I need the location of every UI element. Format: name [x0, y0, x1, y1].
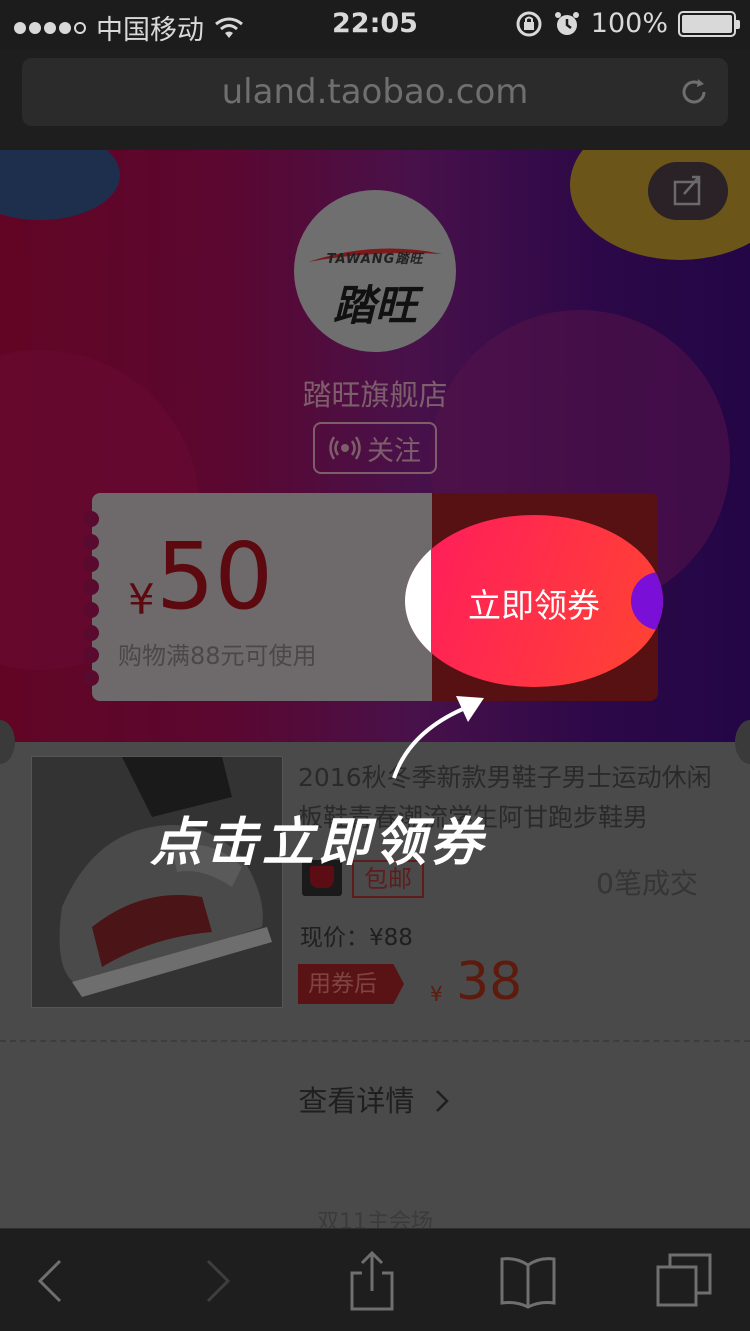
chevron-right-icon [435, 1090, 449, 1112]
follow-label: 关注 [367, 435, 421, 467]
browser-toolbar [0, 1228, 750, 1331]
page: 中国移动 22:05 100% uland.taobao.com TAWANG踏… [0, 0, 750, 1331]
battery-icon [678, 10, 740, 37]
claim-coupon-button[interactable]: 立即领券 [405, 515, 663, 687]
status-right: 100% [515, 8, 740, 39]
status-bar: 中国移动 22:05 100% [0, 0, 750, 50]
reload-icon[interactable] [678, 76, 710, 108]
product-image[interactable] [31, 756, 283, 1008]
share-icon[interactable] [342, 1251, 402, 1311]
final-price: 38 [456, 952, 523, 1012]
alarm-icon [554, 11, 579, 35]
coupon-edge [83, 511, 101, 686]
back-icon[interactable] [22, 1251, 82, 1311]
logo-text: 踏旺 [332, 281, 417, 330]
view-details-link[interactable]: 查看详情 [0, 1078, 750, 1120]
follow-button[interactable]: 关注 [313, 422, 437, 474]
pointer-arrow [392, 696, 484, 779]
shop-name[interactable]: 踏旺旗舰店 [0, 372, 750, 414]
share-icon [673, 175, 701, 206]
url-text[interactable]: uland.taobao.com [22, 72, 728, 112]
broadcast-icon [329, 436, 361, 460]
sales-count: 0笔成交 [596, 867, 698, 900]
shoe-image [32, 757, 282, 1007]
tabs-icon[interactable] [654, 1251, 714, 1311]
logo-text-small: TAWANG踏旺 [326, 252, 424, 267]
browser-header: uland.taobao.com [0, 50, 750, 150]
divider [0, 1040, 750, 1042]
coupon-condition: 购物满88元可使用 [118, 642, 317, 670]
coupon-amount: 50 [156, 523, 274, 630]
address-bar[interactable]: uland.taobao.com [22, 58, 728, 126]
coupon-value-panel: ¥ 50 购物满88元可使用 [83, 493, 432, 701]
after-coupon-badge: 用券后 [298, 964, 404, 1004]
rotation-lock-icon [516, 11, 542, 36]
coupon-currency: ¥ [128, 575, 155, 624]
shop-hero: TAWANG踏旺 踏旺 踏旺旗舰店 关注 ¥ 50 购物满88元可使用 [0, 150, 750, 742]
current-price: 现价：¥88 [300, 925, 413, 951]
forward-icon[interactable] [186, 1251, 246, 1311]
shop-avatar[interactable]: TAWANG踏旺 踏旺 [294, 190, 456, 352]
tutorial-annotation: 点击立即领券 [150, 813, 487, 873]
decor-blob [0, 150, 120, 220]
share-button[interactable] [648, 162, 728, 220]
claim-coupon-label: 立即领券 [468, 586, 600, 625]
final-price-currency: ¥ [430, 982, 443, 1006]
battery-percent: 100% [590, 8, 668, 39]
bookmarks-icon[interactable] [498, 1251, 558, 1311]
view-details-label: 查看详情 [298, 1084, 415, 1118]
